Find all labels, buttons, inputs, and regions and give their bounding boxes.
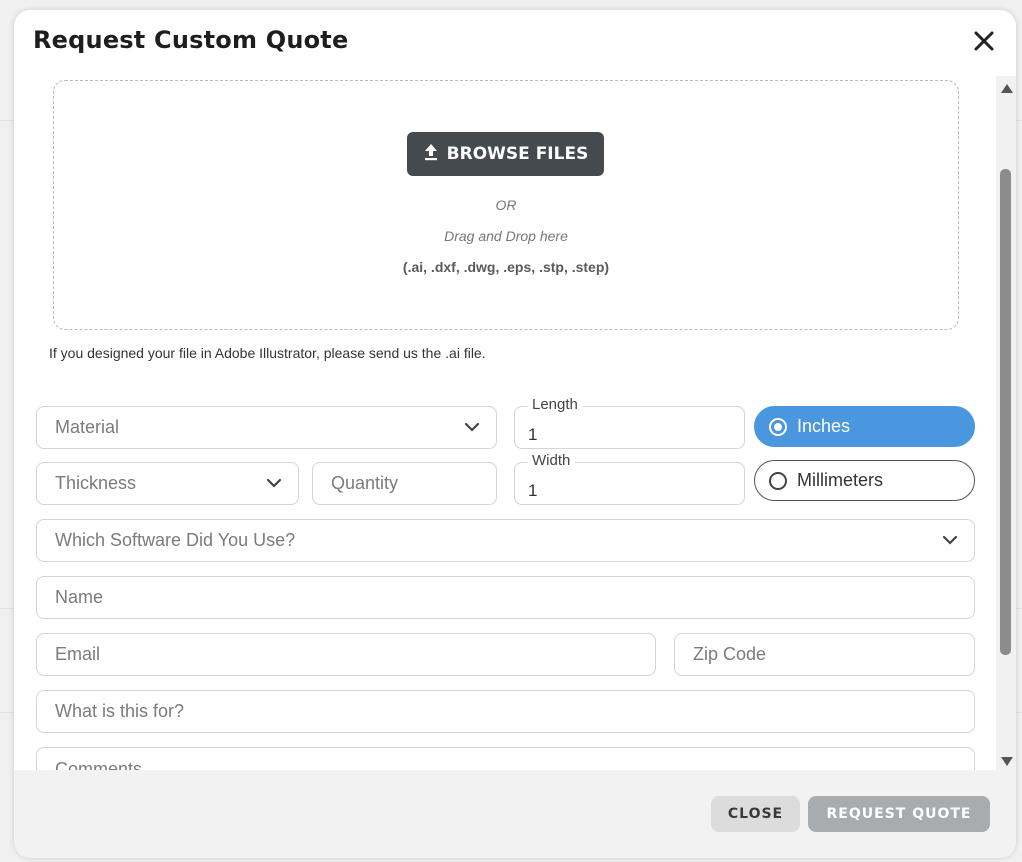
modal-footer: CLOSE REQUEST QUOTE bbox=[14, 770, 1016, 858]
scroll-down-arrow-icon[interactable] bbox=[1001, 757, 1013, 766]
unit-millimeters-label: Millimeters bbox=[797, 470, 884, 490]
width-label: Width bbox=[527, 452, 576, 469]
thickness-select[interactable]: Thickness bbox=[36, 462, 299, 505]
comments-textarea[interactable]: Comments bbox=[36, 747, 975, 770]
scrollbar-thumb[interactable] bbox=[1000, 169, 1011, 655]
request-quote-button[interactable]: REQUEST QUOTE bbox=[808, 796, 990, 832]
length-label: Length bbox=[527, 396, 583, 413]
thickness-placeholder: Thickness bbox=[55, 473, 137, 493]
file-dropzone[interactable]: BROWSE FILES OR Drag and Drop here (.ai,… bbox=[53, 80, 959, 330]
length-value: 1 bbox=[528, 425, 538, 444]
modal-title: Request Custom Quote bbox=[33, 26, 349, 54]
zip-code-input[interactable]: Zip Code bbox=[674, 633, 975, 676]
purpose-placeholder: What is this for? bbox=[55, 701, 185, 721]
width-input[interactable]: Width 1 bbox=[514, 452, 745, 505]
quantity-input[interactable]: Quantity bbox=[312, 462, 497, 505]
close-button[interactable]: CLOSE bbox=[711, 796, 800, 832]
close-icon[interactable] bbox=[972, 29, 996, 53]
radio-selected-icon bbox=[769, 417, 787, 436]
software-select[interactable]: Which Software Did You Use? bbox=[36, 519, 975, 562]
material-select[interactable]: Material bbox=[36, 406, 497, 449]
chevron-down-icon bbox=[266, 478, 282, 488]
request-quote-modal: Request Custom Quote BROWSE FILES OR Dra… bbox=[14, 10, 1016, 858]
drag-drop-text: Drag and Drop here bbox=[444, 228, 568, 244]
quantity-placeholder: Quantity bbox=[331, 473, 399, 493]
material-placeholder: Material bbox=[55, 417, 120, 437]
name-placeholder: Name bbox=[55, 587, 104, 607]
upload-icon bbox=[423, 143, 439, 166]
browse-files-label: BROWSE FILES bbox=[446, 144, 589, 164]
comments-placeholder: Comments bbox=[55, 759, 143, 770]
or-text: OR bbox=[495, 197, 517, 213]
length-input[interactable]: Length 1 bbox=[514, 396, 745, 449]
software-placeholder: Which Software Did You Use? bbox=[55, 530, 296, 550]
modal-header: Request Custom Quote bbox=[14, 10, 1016, 76]
browse-files-button[interactable]: BROWSE FILES bbox=[407, 132, 604, 176]
scroll-up-arrow-icon[interactable] bbox=[1001, 84, 1013, 93]
email-input[interactable]: Email bbox=[36, 633, 656, 676]
purpose-input[interactable]: What is this for? bbox=[36, 690, 975, 733]
unit-inches-label: Inches bbox=[797, 416, 851, 436]
zip-code-placeholder: Zip Code bbox=[693, 644, 767, 664]
unit-millimeters-radio[interactable]: Millimeters bbox=[754, 460, 975, 501]
radio-unselected-icon bbox=[769, 471, 787, 490]
scrollbar[interactable] bbox=[996, 76, 1016, 770]
illustrator-note: If you designed your file in Adobe Illus… bbox=[49, 345, 486, 361]
email-placeholder: Email bbox=[55, 644, 101, 664]
chevron-down-icon bbox=[942, 535, 958, 545]
chevron-down-icon bbox=[464, 422, 480, 432]
modal-body: BROWSE FILES OR Drag and Drop here (.ai,… bbox=[14, 76, 996, 770]
width-value: 1 bbox=[528, 481, 538, 500]
name-input[interactable]: Name bbox=[36, 576, 975, 619]
unit-inches-radio[interactable]: Inches bbox=[754, 406, 975, 447]
accepted-formats: (.ai, .dxf, .dwg, .eps, .stp, .step) bbox=[402, 259, 610, 275]
